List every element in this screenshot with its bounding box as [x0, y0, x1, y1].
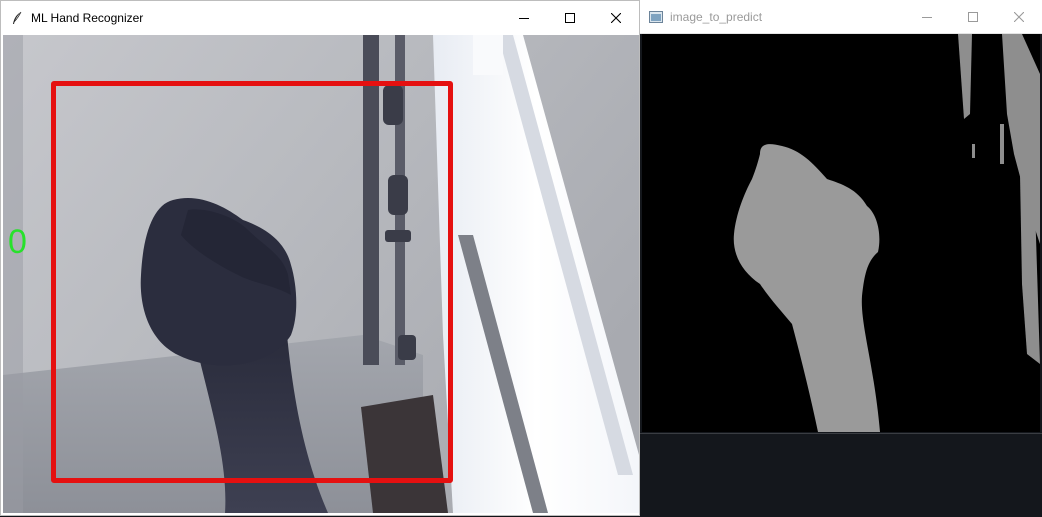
image-to-predict-window: image_to_predict: [640, 0, 1042, 517]
minimize-icon: [519, 17, 529, 19]
minimize-icon: [922, 16, 932, 18]
ml-hand-recognizer-window: ML Hand Recognizer 0: [0, 0, 640, 516]
close-icon: [611, 12, 621, 23]
roi-box: [51, 81, 453, 483]
close-button[interactable]: [996, 0, 1042, 33]
maximize-button[interactable]: [547, 1, 593, 34]
close-button[interactable]: [593, 1, 639, 34]
maximize-icon: [565, 12, 575, 23]
minimize-button[interactable]: [904, 0, 950, 33]
image-window-icon: [648, 9, 664, 25]
close-icon: [1014, 11, 1024, 22]
predict-window-titlebar[interactable]: image_to_predict: [640, 0, 1042, 34]
predict-window-empty-area: [640, 433, 1042, 517]
main-window-title: ML Hand Recognizer: [31, 10, 144, 25]
main-window-titlebar[interactable]: ML Hand Recognizer: [1, 1, 639, 34]
maximize-button[interactable]: [950, 0, 996, 33]
feather-icon: [9, 10, 25, 26]
predict-mask-image: [642, 34, 1040, 432]
predict-window-title: image_to_predict: [670, 9, 763, 24]
camera-feed: 0: [3, 35, 639, 513]
maximize-icon: [968, 11, 978, 22]
minimize-button[interactable]: [501, 1, 547, 34]
prediction-label: 0: [8, 223, 27, 261]
